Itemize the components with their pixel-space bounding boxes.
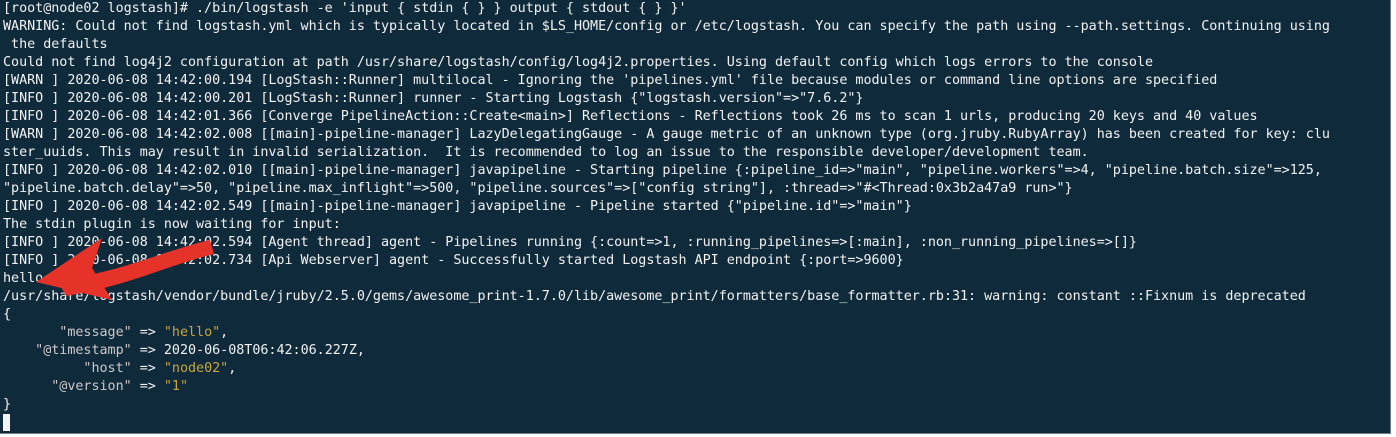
field-trailing-comma: ,	[228, 361, 237, 376]
field-value: "1"	[163, 379, 188, 394]
field-trailing-comma: ,	[356, 343, 365, 358]
terminal-line: {	[3, 307, 12, 322]
field-indent	[3, 343, 35, 358]
field-value: 2020-06-08T06:42:06.227Z	[163, 343, 357, 358]
terminal-line: hello	[3, 271, 44, 286]
terminal-line: ster_uuids. This may result in invalid s…	[3, 145, 1089, 160]
terminal-line: the defaults	[3, 37, 108, 52]
field-key: "message"	[59, 325, 132, 340]
field-separator: =>	[131, 379, 164, 394]
terminal-line: [INFO ] 2020-06-08 14:42:02.594 [Agent t…	[3, 235, 1137, 250]
terminal-line: [INFO ] 2020-06-08 14:42:01.366 [Converg…	[3, 109, 1258, 124]
field-separator: =>	[131, 343, 164, 358]
event-field-line: "message" => "hello",	[3, 324, 1330, 342]
terminal-line: /usr/share/logstash/vendor/bundle/jruby/…	[3, 289, 1306, 304]
field-key: "host"	[83, 361, 132, 376]
closing-brace: }	[3, 397, 12, 412]
terminal-line: [INFO ] 2020-06-08 14:42:02.734 [Api Web…	[3, 253, 904, 268]
event-field-line: "host" => "node02",	[3, 360, 1330, 378]
field-indent	[3, 361, 83, 376]
field-value: "node02"	[163, 361, 229, 376]
terminal-line: WARNING: Could not find logstash.yml whi…	[3, 19, 1330, 34]
terminal-window[interactable]: [root@node02 logstash]# ./bin/logstash -…	[0, 0, 1391, 434]
event-field-line: "@version" => "1"	[3, 378, 1330, 396]
event-field-line: "@timestamp" => 2020-06-08T06:42:06.227Z…	[3, 342, 1330, 360]
terminal-line: "pipeline.batch.delay"=>50, "pipeline.ma…	[3, 181, 1073, 196]
field-indent	[3, 379, 51, 394]
field-indent	[3, 325, 59, 340]
terminal-line: [WARN ] 2020-06-08 14:42:00.194 [LogStas…	[3, 73, 1218, 88]
terminal-line: [INFO ] 2020-06-08 14:42:00.201 [LogStas…	[3, 91, 864, 106]
field-key: "@timestamp"	[35, 343, 132, 358]
terminal-line: The stdin plugin is now waiting for inpu…	[3, 217, 341, 232]
shell-command-line: [root@node02 logstash]# ./bin/logstash -…	[3, 1, 687, 16]
field-trailing-comma: ,	[220, 325, 229, 340]
terminal-cursor	[3, 414, 10, 431]
field-separator: =>	[131, 361, 164, 376]
field-key: "@version"	[51, 379, 132, 394]
terminal-line: Could not find log4j2 configuration at p…	[3, 55, 1153, 70]
field-value: "hello"	[163, 325, 221, 340]
terminal-line: [INFO ] 2020-06-08 14:42:02.010 [[main]-…	[3, 163, 1322, 178]
field-separator: =>	[131, 325, 164, 340]
terminal-output: [root@node02 logstash]# ./bin/logstash -…	[3, 0, 1330, 414]
terminal-line: [WARN ] 2020-06-08 14:42:02.008 [[main]-…	[3, 127, 1330, 142]
terminal-line: [INFO ] 2020-06-08 14:42:02.549 [[main]-…	[3, 199, 912, 214]
